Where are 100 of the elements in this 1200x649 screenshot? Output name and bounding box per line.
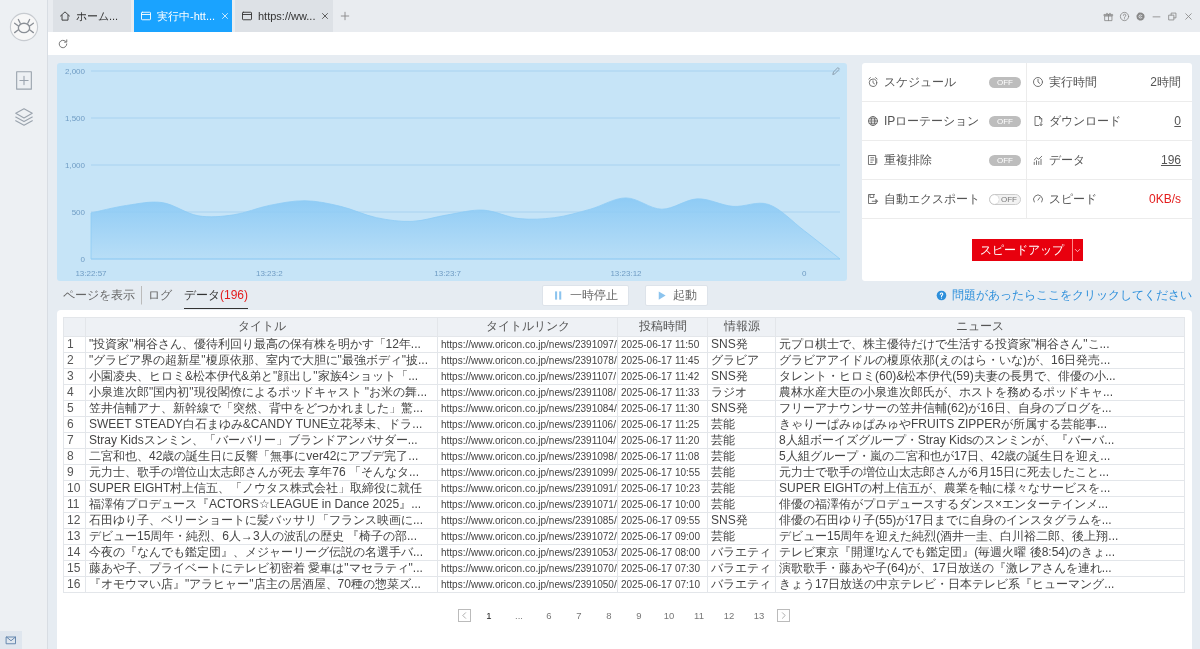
previous-page-button[interactable]	[458, 609, 471, 622]
table-cell: "投資家"桐谷さん、優待利回り最高の保有株を明かす「12年...	[85, 336, 438, 353]
table-cell: https://www.oricon.co.jp/news/2391091/	[437, 480, 618, 497]
page-icon	[241, 10, 253, 22]
table-cell: https://www.oricon.co.jp/news/2391104/	[437, 432, 618, 449]
restore-icon[interactable]	[1167, 10, 1178, 22]
table-cell: https://www.oricon.co.jp/news/2391107/	[437, 368, 618, 385]
table-cell: 石田ゆり子、ベリーショートに髪バッサリ「フランス映画に...	[85, 512, 438, 529]
table-cell: 2025-06-17 11:25	[617, 416, 708, 433]
table-cell: 俳優の石田ゆり子(55)が17日までに自身のインスタグラムを...	[775, 512, 1185, 529]
page-link[interactable]: 13	[747, 610, 771, 621]
row-number: 16	[63, 576, 86, 593]
add-tab-icon[interactable]	[339, 10, 351, 22]
page-link[interactable]: 11	[687, 610, 711, 621]
chevron-right-icon	[779, 611, 788, 620]
gift-icon[interactable]	[1103, 10, 1114, 22]
close-icon[interactable]	[220, 11, 231, 21]
view-tab[interactable]: データ(196)	[184, 282, 248, 309]
table-cell: 2025-06-17 07:10	[617, 576, 708, 593]
browser-tab[interactable]: 実行中-htt...	[134, 0, 232, 32]
table-cell: 2025-06-17 10:55	[617, 464, 708, 481]
axis-label: 13:23:2	[256, 269, 283, 278]
stat-link[interactable]: 0	[1174, 114, 1187, 128]
page-link[interactable]: 8	[597, 610, 621, 621]
globe-icon	[867, 115, 879, 127]
column-header: ニュース	[775, 317, 1185, 337]
mail-icon[interactable]	[0, 631, 22, 649]
table-cell: SNS発	[707, 336, 776, 353]
table-cell: 今夜の『なんでも鑑定団』、メジャーリーグ伝説の名選手バ...	[85, 544, 438, 561]
close-icon[interactable]	[1183, 10, 1194, 22]
row-number: 14	[63, 544, 86, 561]
table-cell: タレント・ヒロミ(60)&松本伊代(59)夫妻の長男で、俳優の小...	[775, 368, 1185, 385]
settings-icon[interactable]	[1135, 10, 1146, 22]
table-cell: 8人組ボーイズグループ・Stray Kidsのスンミンが、『バーバ...	[775, 432, 1185, 449]
table-cell: 2025-06-17 11:08	[617, 448, 708, 465]
pencil-icon[interactable]	[831, 66, 841, 76]
table-cell: 5人組グループ・嵐の二宮和也が17日、42歳の誕生日を迎え...	[775, 448, 1185, 465]
table-cell: 芸能	[707, 464, 776, 481]
table-cell: バラエティ	[707, 560, 776, 577]
table-cell: https://www.oricon.co.jp/news/2391097/	[437, 336, 618, 353]
bar-chart-icon	[1032, 154, 1044, 166]
refresh-icon[interactable]	[57, 37, 69, 50]
table-cell: きょう17日放送の中京テレビ・日本テレビ系『ヒューマング...	[775, 576, 1185, 593]
table-cell: グラビア	[707, 352, 776, 369]
pause-button[interactable]: 一時停止	[541, 285, 629, 306]
table-cell: 2025-06-17 10:00	[617, 496, 708, 513]
table-cell: デビュー15周年を迎えた純烈(酒井一圭、白川裕二郎、後上翔...	[775, 528, 1185, 545]
close-icon[interactable]	[320, 11, 331, 21]
table-cell: 『オモウマい店』"アラヒャー"店主の居酒屋、70種の惣菜ズ...	[85, 576, 438, 593]
table-cell: 2025-06-17 10:23	[617, 480, 708, 497]
stat-label: データ	[1049, 151, 1086, 169]
row-number: 6	[63, 416, 86, 433]
page-link[interactable]: 9	[627, 610, 651, 621]
table-cell: 芸能	[707, 528, 776, 545]
help-icon[interactable]	[1119, 10, 1130, 22]
row-number: 3	[63, 368, 86, 385]
help-link[interactable]: 問題があったらここをクリックしてください	[952, 287, 1192, 304]
table-cell: 芸能	[707, 416, 776, 433]
stat-link[interactable]: 196	[1160, 153, 1187, 167]
table-cell: 福澤侑プロデュース『ACTORS☆LEAGUE in Dance 2025』...	[85, 496, 438, 513]
page-link[interactable]: ...	[507, 610, 531, 621]
stat-label: 実行時間	[1049, 73, 1098, 91]
table-cell: https://www.oricon.co.jp/news/2391071/	[437, 496, 618, 513]
table-cell: https://www.oricon.co.jp/news/2391098/	[437, 448, 618, 465]
table-cell: SNS発	[707, 368, 776, 385]
table-cell: https://www.oricon.co.jp/news/2391078/	[437, 352, 618, 369]
start-button[interactable]: 起動	[644, 285, 708, 306]
dropdown-button[interactable]	[1071, 239, 1083, 261]
chevron-left-icon	[460, 611, 469, 620]
page-link[interactable]: 10	[657, 610, 681, 621]
view-tab[interactable]: ページを表示	[63, 286, 142, 305]
next-page-button[interactable]	[777, 609, 790, 622]
table-cell: 2025-06-17 11:45	[617, 352, 708, 369]
page-link[interactable]: 6	[537, 610, 561, 621]
table-cell: Stray Kidsスンミン、「バーバリー」ブランドアンバサダー...	[85, 432, 438, 449]
table-cell: 2025-06-17 09:00	[617, 528, 708, 545]
column-header: タイトル	[85, 317, 438, 337]
page-link[interactable]: 12	[717, 610, 741, 621]
view-tab[interactable]: ログ	[148, 282, 172, 309]
row-number: 9	[63, 464, 86, 481]
table-cell: 元プロ棋士で、株主優待だけで生活する投資家"桐谷さん"こ...	[775, 336, 1185, 353]
layers-icon[interactable]	[12, 106, 35, 128]
setting-label: 重複排除	[884, 151, 933, 169]
speed-up-button[interactable]: スピードアップ	[971, 239, 1072, 261]
help-icon	[936, 290, 947, 301]
table-cell: 藤あや子、プライベートにテレビ初密着 愛車は"マセラティ"...	[85, 560, 438, 577]
page-link[interactable]: 1	[477, 610, 501, 621]
page-link[interactable]: 7	[567, 610, 591, 621]
row-number: 11	[63, 496, 86, 513]
table-cell: ラジオ	[707, 384, 776, 401]
table-cell: "グラビア界の超新星"榎原依那、室内で大胆に"最強ボディ"披...	[85, 352, 438, 369]
home-icon	[59, 10, 71, 22]
toggle-switch[interactable]: OFF	[989, 193, 1021, 205]
table-cell: https://www.oricon.co.jp/news/2391108/	[437, 384, 618, 401]
axis-label: 13:23:7	[434, 269, 461, 278]
column-header: 情報源	[707, 317, 776, 337]
browser-tab[interactable]: https://ww...	[235, 0, 333, 32]
row-number: 2	[63, 352, 86, 369]
stat-label: ダウンロード	[1049, 112, 1122, 130]
browser-tab[interactable]: ホーム...	[53, 0, 131, 32]
